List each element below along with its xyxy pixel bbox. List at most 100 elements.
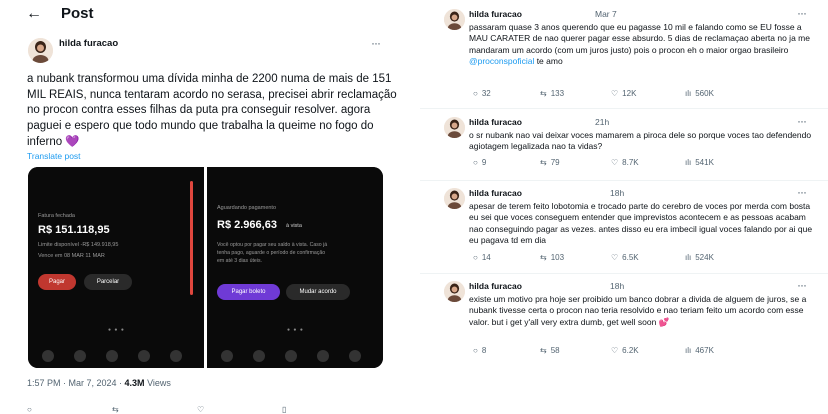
invoice-due: Vence em 08 MAR 11 MAR	[38, 253, 105, 259]
retweet-button[interactable]: ⇆ 103	[540, 253, 564, 262]
reply-button[interactable]: ○ 9	[473, 158, 486, 167]
views-count: 4.3M	[124, 378, 145, 388]
change-agreement-button[interactable]: Mudar acordo	[286, 284, 350, 300]
like-button[interactable]: ♡ 6.5K	[611, 253, 639, 262]
reply-button[interactable]: ○ 8	[473, 346, 486, 355]
reply-count: 14	[481, 253, 491, 262]
retweet-button[interactable]: ⇆ 79	[540, 158, 560, 167]
nav-phone-icon	[317, 350, 329, 362]
views-button[interactable]: ılı 541K	[685, 158, 714, 167]
page-title: Post	[61, 5, 94, 22]
invoice-limit: Limite disponível -R$ 149.918,95	[38, 242, 119, 248]
reply-actions: ○ 8 ⇆ 58 ♡ 6.2K ılı 467K	[469, 346, 814, 358]
more-icon[interactable]: ···	[797, 114, 807, 128]
reply-button[interactable]: ○ 14	[473, 253, 491, 262]
heart-icon: ♡	[611, 346, 619, 355]
reply-item[interactable]: hilda furacao 18h ··· apesar de terem fe…	[420, 183, 828, 273]
payment-note-1: Você optou por pagar seu saldo à vista. …	[217, 242, 328, 248]
author-name[interactable]: hilda furacao	[59, 38, 118, 49]
retweet-button[interactable]: ⇆ 58	[540, 346, 560, 355]
more-icon[interactable]: ···	[797, 278, 807, 292]
avatar[interactable]	[28, 38, 53, 63]
heart-icon[interactable]: ♡	[197, 405, 204, 414]
retweet-count: 103	[550, 253, 565, 262]
phone-nav-bar	[28, 344, 204, 368]
post-media[interactable]: Fatura fechada R$ 151.118,95 Limite disp…	[28, 167, 383, 368]
views-count: 467K	[695, 346, 714, 355]
like-count: 12K	[622, 89, 637, 98]
nav-home-icon	[221, 350, 233, 362]
like-button[interactable]: ♡ 6.2K	[611, 346, 639, 355]
post-timestamp: 1:57 PM · Mar 7, 2024 · 4.3M Views	[27, 378, 171, 388]
nav-card-icon	[253, 350, 265, 362]
nav-menu-icon	[349, 350, 361, 362]
reply-author[interactable]: hilda furacao	[469, 188, 522, 198]
payment-status: Aguardando pagamento	[217, 205, 277, 211]
more-icon[interactable]: ···	[797, 185, 807, 199]
views-button[interactable]: ılı 524K	[685, 253, 714, 262]
retweet-icon: ⇆	[540, 253, 547, 262]
avatar[interactable]	[444, 117, 465, 138]
reply-time[interactable]: 18h	[610, 281, 624, 291]
post-text: a nubank transformou uma dívida minha de…	[27, 73, 397, 148]
views-button[interactable]: ılı 560K	[685, 89, 714, 98]
pagination-dots: ● ● ●	[108, 327, 125, 333]
views-button[interactable]: ılı 467K	[685, 346, 714, 355]
reply-text: apesar de terem feito lobotomia e trocad…	[469, 201, 813, 245]
reply-icon: ○	[473, 253, 478, 262]
avatar[interactable]	[444, 188, 465, 209]
media-image-invoice[interactable]: Fatura fechada R$ 151.118,95 Limite disp…	[28, 167, 204, 368]
reply-count: 9	[481, 158, 487, 167]
reply-item[interactable]: hilda furacao 21h ··· o sr nubank nao va…	[420, 112, 828, 180]
retweet-button[interactable]: ⇆ 133	[540, 89, 564, 98]
retweet-icon: ⇆	[540, 158, 547, 167]
reply-time[interactable]: 18h	[610, 188, 624, 198]
panel-divider	[410, 0, 420, 414]
reply-time[interactable]: 21h	[595, 117, 609, 127]
installments-button[interactable]: Parcelar	[84, 274, 132, 290]
reply-divider	[420, 108, 828, 109]
retweet-icon[interactable]: ⇆	[112, 405, 119, 414]
nav-transfer-icon	[106, 350, 118, 362]
like-button[interactable]: ♡ 12K	[611, 89, 636, 98]
reply-author[interactable]: hilda furacao	[469, 281, 522, 291]
payment-amount-suffix: à vista	[286, 223, 302, 229]
mention-link[interactable]: @proconspoficial	[469, 56, 534, 66]
bookmark-icon[interactable]: ▯	[282, 405, 286, 414]
arrow-left-icon[interactable]: ←	[26, 5, 42, 23]
top-bar: ← Post	[0, 0, 410, 28]
heart-icon: ♡	[611, 89, 619, 98]
media-image-agreement[interactable]: Aguardando pagamento R$ 2.966,63 à vista…	[207, 167, 383, 368]
avatar[interactable]	[444, 9, 465, 30]
reply-author[interactable]: hilda furacao	[469, 117, 522, 127]
views-count: 524K	[695, 253, 714, 262]
avatar[interactable]	[444, 281, 465, 302]
more-icon[interactable]: ···	[797, 6, 807, 20]
reply-text-before: passaram quase 3 anos querendo que eu pa…	[469, 22, 810, 55]
nav-phone-icon	[138, 350, 150, 362]
reply-count: 32	[481, 89, 491, 98]
reply-actions: ○ 9 ⇆ 79 ♡ 8.7K ılı 541K	[469, 158, 814, 170]
reply-button[interactable]: ○ 32	[473, 89, 491, 98]
reply-actions: ○ 14 ⇆ 103 ♡ 6.5K ılı 524K	[469, 253, 814, 265]
reply-author[interactable]: hilda furacao	[469, 9, 522, 19]
reply-icon[interactable]: ○	[27, 405, 32, 414]
reply-time[interactable]: Mar 7	[595, 9, 617, 19]
reply-text: existe um motivo pra hoje ser proibido u…	[469, 294, 807, 327]
views-count: 541K	[695, 158, 714, 167]
translate-post-link[interactable]: Translate post	[27, 151, 81, 161]
pay-slip-button[interactable]: Pagar boleto	[217, 284, 280, 300]
reply-text-after: te amo	[534, 55, 563, 66]
invoice-label: Fatura fechada	[38, 213, 75, 219]
reply-item[interactable]: hilda furacao 18h ··· existe um motivo p…	[420, 276, 828, 366]
replies-panel: hilda furacao Mar 7 ··· passaram quase 3…	[420, 0, 828, 414]
views-count: 560K	[695, 89, 714, 98]
invoice-amount: R$ 151.118,95	[38, 224, 110, 236]
more-icon[interactable]: ···	[371, 36, 381, 50]
pay-button[interactable]: Pagar	[38, 274, 76, 290]
like-button[interactable]: ♡ 8.7K	[611, 158, 639, 167]
views-icon: ılı	[685, 346, 692, 355]
payment-amount: R$ 2.966,63	[217, 219, 277, 231]
reply-text: o sr nubank nao vai deixar voces mamarem…	[469, 130, 812, 152]
reply-item[interactable]: hilda furacao Mar 7 ··· passaram quase 3…	[420, 4, 828, 108]
